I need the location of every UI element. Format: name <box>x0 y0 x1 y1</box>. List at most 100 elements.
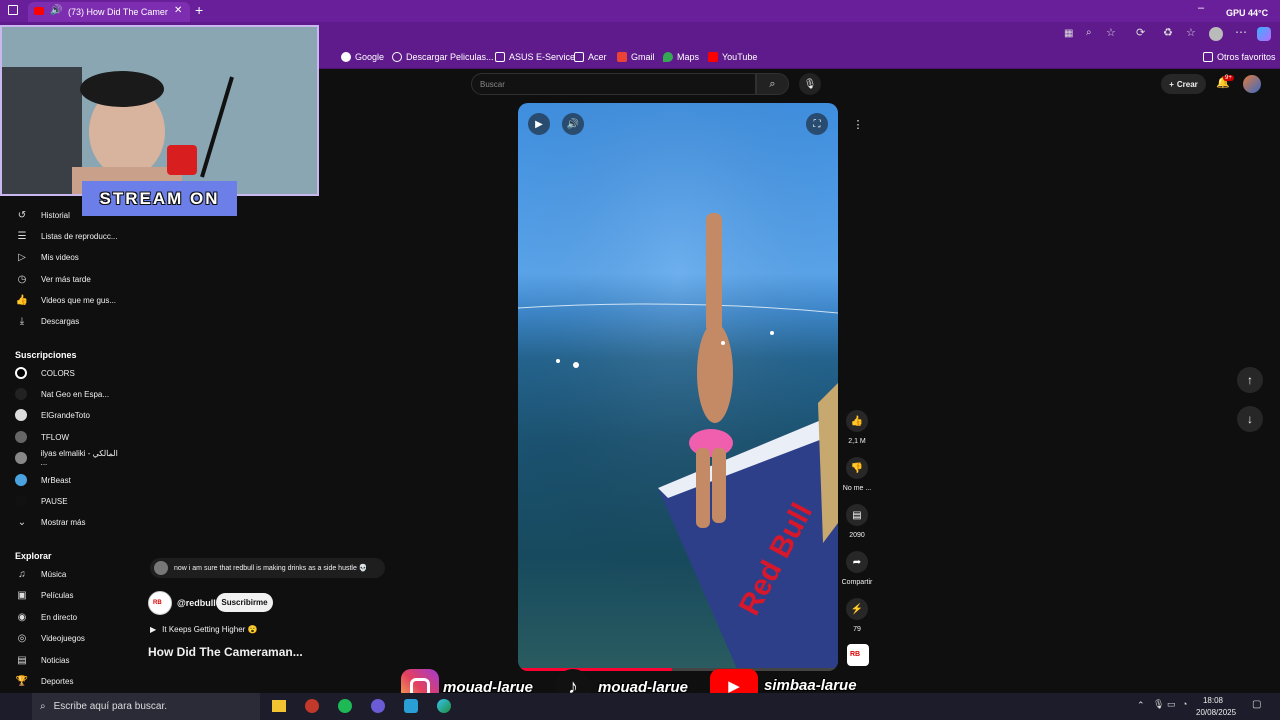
more-menu-icon[interactable]: ⋯ <box>1235 25 1247 39</box>
speaker-icon[interactable]: 🔊 <box>50 5 62 16</box>
sound-thumbnail[interactable]: RB <box>847 644 869 666</box>
tray-chevron-icon[interactable]: ⌃ <box>1137 700 1145 711</box>
sidebar-item-music[interactable]: ♫ Música <box>0 564 124 584</box>
channel-name: ElGrandeToto <box>41 410 90 420</box>
app-icon[interactable] <box>404 699 418 713</box>
sidebar-item-news[interactable]: ▤ Noticias <box>0 650 124 670</box>
favorite-star-icon[interactable]: ☆ <box>1106 26 1116 39</box>
copilot-icon[interactable] <box>1257 27 1271 41</box>
browser-profile-avatar[interactable] <box>1209 27 1223 41</box>
sidebar-item-gaming[interactable]: ◎ Videojuegos <box>0 628 124 648</box>
folder-icon <box>495 52 505 62</box>
next-short-button[interactable]: ↓ <box>1237 406 1263 432</box>
folder-icon <box>1203 52 1213 62</box>
channel-name: TFLOW <box>41 432 69 442</box>
apps-icon[interactable]: ▦ <box>1064 28 1073 39</box>
subscription-item[interactable]: MrBeast <box>0 470 124 490</box>
subscription-item[interactable]: COLORS <box>0 363 124 383</box>
create-button[interactable]: + Crear <box>1161 74 1206 94</box>
start-button[interactable] <box>0 693 32 720</box>
subscription-item[interactable]: ilyas elmaliki - المالكي ... <box>0 448 124 468</box>
file-explorer-icon[interactable] <box>272 700 286 712</box>
clock-time[interactable]: 18:08 <box>1196 696 1230 705</box>
sidebar-item-watch-later[interactable]: ◷ Ver más tarde <box>0 269 124 289</box>
notification-center-icon[interactable]: ▢ <box>1252 699 1261 710</box>
microphone-tray-icon[interactable]: 🎙 <box>1153 699 1164 710</box>
play-button[interactable]: ▶ <box>528 113 550 135</box>
bookmark-asus[interactable]: ASUS E-Service <box>495 52 575 62</box>
maps-icon <box>663 52 673 62</box>
dislike-button[interactable]: 👎 <box>846 457 868 479</box>
minimize-icon[interactable]: – <box>1198 2 1204 14</box>
channel-handle[interactable]: @redbull <box>177 598 216 608</box>
channel-name: PAUSE <box>41 496 68 506</box>
fullscreen-button[interactable]: ⛶ <box>806 113 828 135</box>
gmail-icon <box>617 52 627 62</box>
wifi-icon[interactable]: ◔ <box>1182 699 1187 709</box>
remix-button[interactable]: ⚡ <box>846 598 868 620</box>
browser-tab-strip: 🔊 (73) How Did The Cameraman... ✕ + – GP… <box>0 0 1280 22</box>
volume-button[interactable]: 🔊 <box>562 113 584 135</box>
bookmark-maps[interactable]: Maps <box>663 52 699 62</box>
app-icon[interactable] <box>305 699 319 713</box>
taskbar-search[interactable]: ⌕ Escribe aquí para buscar. <box>32 693 260 720</box>
sidebar-item-downloads[interactable]: ⤓ Descargas <box>0 311 124 331</box>
more-vert-icon: ⋮ <box>852 118 864 131</box>
sound-title: It Keeps Getting Higher 😮 <box>162 625 258 634</box>
browser-tab-active[interactable]: 🔊 (73) How Did The Cameraman... ✕ <box>28 2 190 22</box>
sound-link[interactable]: ▶ It Keeps Getting Higher 😮 <box>150 625 258 634</box>
sidebar-item-my-videos[interactable]: ▷ Mis videos <box>0 247 124 267</box>
previous-short-button[interactable]: ↑ <box>1237 367 1263 393</box>
subscription-item[interactable]: ElGrandeToto <box>0 405 124 425</box>
voice-search-button[interactable]: 🎙 <box>799 73 821 95</box>
share-button[interactable]: ➦ <box>846 551 868 573</box>
more-options-button[interactable]: ⋮ <box>849 115 867 133</box>
pinned-comment[interactable]: now i am sure that redbull is making dri… <box>150 558 385 578</box>
profile-sync-icon[interactable]: ♻ <box>1163 26 1173 39</box>
subscribe-button[interactable]: Suscribirme <box>216 593 273 612</box>
show-more-button[interactable]: ⌄ Mostrar más <box>0 512 124 532</box>
comments-button[interactable]: ▤ <box>846 504 868 526</box>
edge-icon[interactable] <box>437 699 451 713</box>
search-button[interactable]: ⌕ <box>756 73 789 95</box>
channel-avatar <box>15 367 27 379</box>
bookmark-label: Gmail <box>631 52 655 62</box>
other-favorites[interactable]: Otros favoritos <box>1203 52 1276 62</box>
sidebar-item-movies[interactable]: ▣ Películas <box>0 585 124 605</box>
bookmark-gmail[interactable]: Gmail <box>617 52 655 62</box>
subscription-item[interactable]: TFLOW <box>0 427 124 447</box>
search-input[interactable]: Buscar <box>471 73 756 95</box>
sidebar-item-live[interactable]: ◉ En directo <box>0 607 124 627</box>
sidebar-item-label: Historial <box>41 210 70 220</box>
channel-avatar <box>15 388 27 400</box>
bookmark-youtube[interactable]: YouTube <box>708 52 757 62</box>
channel-avatar <box>15 474 27 486</box>
bookmark-google[interactable]: Google <box>341 52 384 62</box>
subscription-item[interactable]: PAUSE <box>0 491 124 511</box>
gpu-temp-readout: GPU 44°C <box>1226 8 1269 18</box>
window-menu-icon[interactable] <box>8 5 18 15</box>
extensions-icon[interactable]: ⟳ <box>1136 26 1145 39</box>
zoom-icon[interactable]: ⌕ <box>1086 27 1092 38</box>
chevron-down-icon: ⌄ <box>17 516 27 528</box>
bookmark-acer[interactable]: Acer <box>574 52 607 62</box>
short-video-player[interactable]: Red Bull ▶ 🔊 ⛶ <box>518 103 838 671</box>
like-button[interactable]: 👍 <box>846 410 868 432</box>
clock-date[interactable]: 20/08/2025 <box>1196 708 1236 717</box>
spotify-icon[interactable] <box>338 699 352 713</box>
sidebar-item-label: Noticias <box>41 655 70 665</box>
account-avatar[interactable] <box>1243 75 1261 93</box>
remix-count: 79 <box>853 626 861 633</box>
subscription-item[interactable]: Nat Geo en Espa... <box>0 384 124 404</box>
collections-icon[interactable]: ☆ <box>1186 26 1196 39</box>
short-title: How Did The Cameraman... <box>148 645 303 659</box>
new-tab-icon[interactable]: + <box>195 2 203 18</box>
battery-icon[interactable]: ▭ <box>1167 699 1176 710</box>
sidebar-item-sports[interactable]: 🏆 Deportes <box>0 671 124 691</box>
sidebar-item-playlists[interactable]: ☰ Listas de reproducc... <box>0 226 124 246</box>
bookmark-descargar[interactable]: Descargar Peliculas... <box>392 52 494 62</box>
close-tab-icon[interactable]: ✕ <box>174 5 182 16</box>
channel-avatar[interactable]: RB <box>148 591 172 615</box>
sidebar-item-liked[interactable]: 👍 Videos que me gus... <box>0 290 124 310</box>
discord-icon[interactable] <box>371 699 385 713</box>
